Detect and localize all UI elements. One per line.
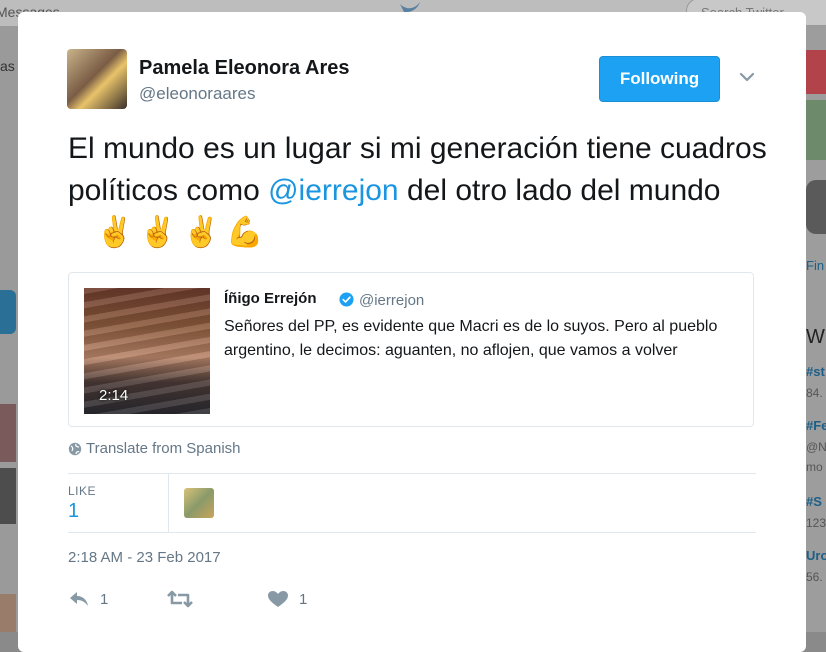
- background-find-link: Fin: [806, 258, 825, 273]
- background-left-image: [0, 404, 16, 462]
- tweet-timestamp: 2:18 AM - 23 Feb 2017: [68, 549, 221, 566]
- tweet-stats: LIKE 1: [68, 473, 756, 533]
- video-duration: 2:14: [99, 387, 129, 404]
- retweet-icon: [167, 590, 193, 608]
- background-trend-meta: 84.: [806, 386, 823, 400]
- quoted-author-name: Íñigo Errejón: [224, 290, 317, 307]
- emoji-group: ✌✌✌💪: [96, 216, 270, 249]
- stats-divider: [168, 474, 169, 532]
- like-stat-label: LIKE: [68, 484, 97, 498]
- background-right-avatar: [806, 180, 826, 234]
- quoted-tweet-text: Señores del PP, es evidente que Macri es…: [224, 318, 718, 359]
- background-trend-meta: @N: [806, 440, 826, 454]
- verified-badge-icon: [339, 292, 354, 307]
- like-action-count: 1: [299, 590, 308, 608]
- author-avatar[interactable]: [67, 49, 127, 109]
- reply-button[interactable]: 1: [68, 590, 108, 608]
- quoted-author-handle: @ierrejon: [359, 292, 425, 309]
- quoted-tweet[interactable]: 2:14 Íñigo Errejón @ierrejon Señores del…: [68, 272, 754, 427]
- globe-icon: [68, 442, 82, 455]
- quoted-video-thumbnail[interactable]: 2:14: [84, 288, 210, 414]
- tweet-text: El mundo es un lugar si mi generación ti…: [68, 128, 768, 254]
- background-trend-item: #st: [806, 364, 825, 379]
- following-button[interactable]: Following: [599, 56, 720, 102]
- background-left-text: as: [0, 58, 15, 74]
- author-name[interactable]: Pamela Eleonora Ares: [139, 57, 349, 80]
- heart-icon: [268, 591, 288, 607]
- background-left-image: [0, 468, 16, 524]
- background-trend-meta: 56.: [806, 570, 823, 584]
- author-handle[interactable]: @eleonoraares: [139, 84, 256, 104]
- background-trend-item: #S: [806, 494, 822, 509]
- chevron-down-icon[interactable]: [738, 68, 756, 86]
- translate-label: Translate from Spanish: [86, 440, 241, 457]
- translate-link[interactable]: Translate from Spanish: [68, 440, 241, 457]
- tweet-text-end: del otro lado del mundo: [398, 174, 721, 207]
- background-trends-heading: W: [806, 326, 825, 348]
- background-left-image: [0, 594, 16, 632]
- like-stat-count[interactable]: 1: [68, 500, 79, 523]
- reply-icon: [70, 592, 88, 606]
- retweet-button[interactable]: [166, 590, 204, 608]
- background-trend-item: #Fe: [806, 418, 826, 433]
- background-trend-meta: 123: [806, 516, 826, 530]
- tweet-modal: Pamela Eleonora Ares @eleonoraares Follo…: [18, 12, 806, 652]
- background-right-image: [806, 50, 826, 94]
- background-trend-item: Uro: [806, 548, 826, 563]
- background-left-button: [0, 290, 16, 334]
- like-button[interactable]: 1: [267, 590, 307, 608]
- tweet-actions: 1 1: [68, 590, 368, 614]
- liker-avatar[interactable]: [184, 488, 214, 518]
- mention-link[interactable]: @ierrejon: [268, 174, 399, 207]
- reply-count: 1: [100, 590, 109, 608]
- background-trend-meta: mo: [806, 460, 823, 474]
- background-right-image: [806, 100, 826, 160]
